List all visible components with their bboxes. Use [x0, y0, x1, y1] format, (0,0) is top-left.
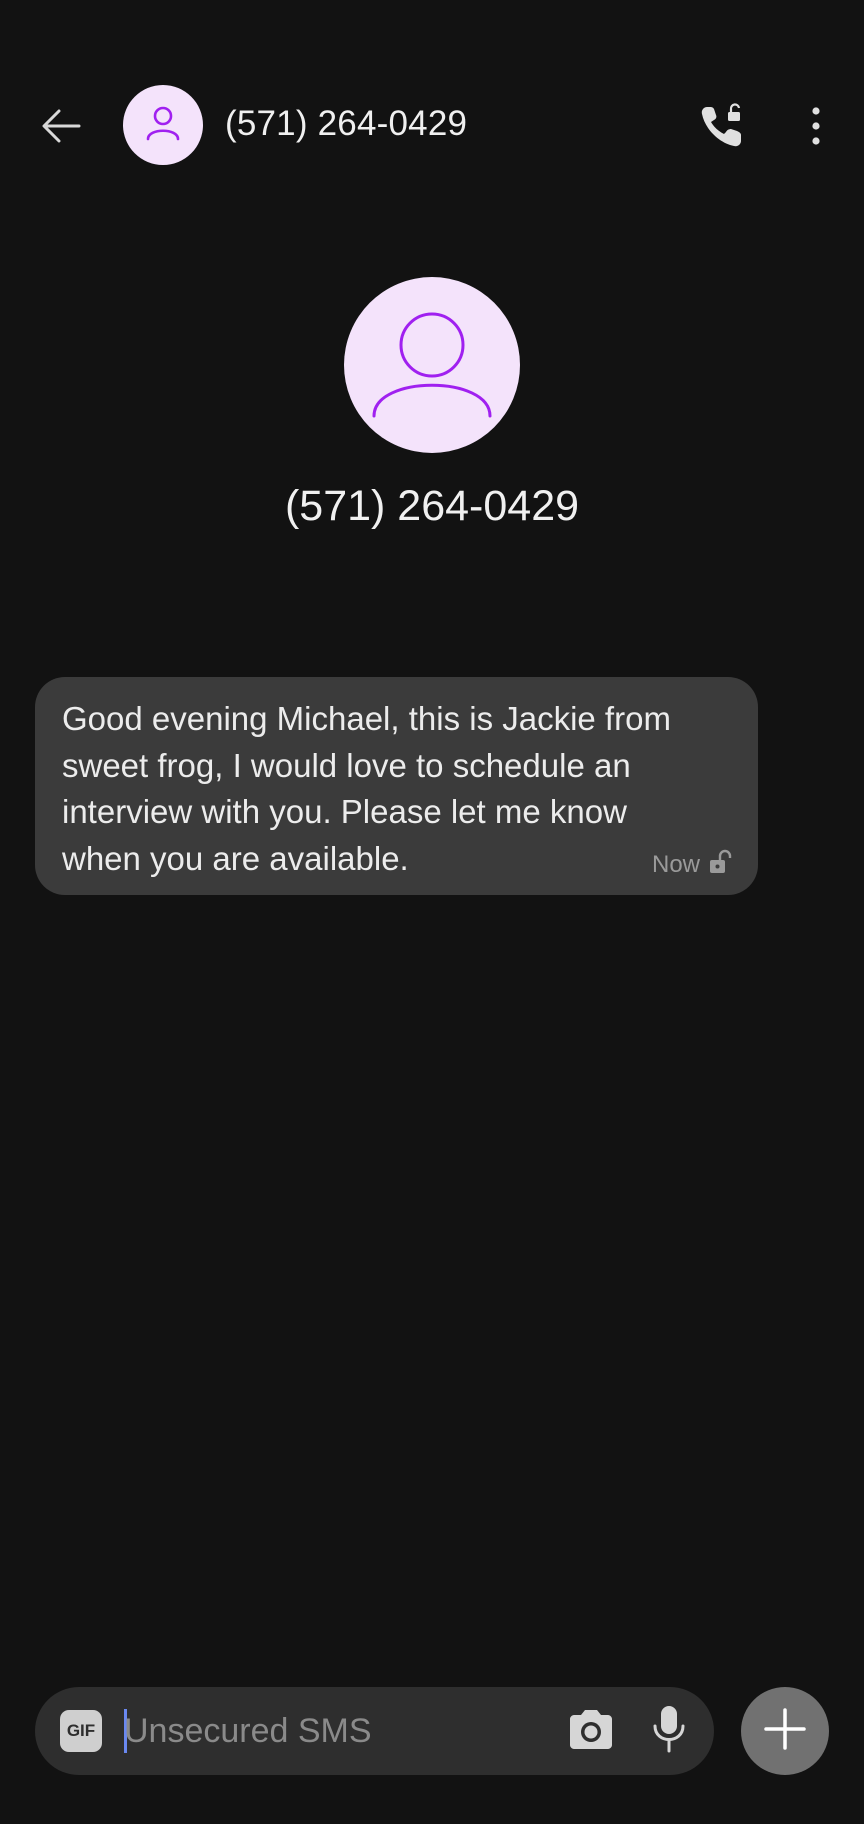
more-options-button[interactable] [788, 98, 844, 158]
add-attachment-button[interactable] [741, 1687, 829, 1775]
person-icon [143, 103, 183, 148]
message-time: Now [651, 850, 700, 878]
plus-icon [763, 1707, 807, 1756]
contact-avatar[interactable] [344, 277, 520, 453]
microphone-icon [651, 1704, 687, 1759]
phone-call-icon [697, 101, 747, 156]
arrow-back-icon [39, 106, 83, 151]
conversation-title[interactable]: (571) 264-0429 [225, 104, 467, 144]
call-button[interactable] [690, 98, 754, 158]
gif-button[interactable]: GIF [60, 1710, 102, 1752]
message-bubble[interactable]: Good evening Michael, this is Jackie fro… [35, 677, 758, 895]
header-avatar[interactable] [123, 85, 203, 165]
back-button[interactable] [26, 98, 96, 158]
contact-name: (571) 264-0429 [284, 482, 580, 530]
camera-button[interactable] [563, 1705, 619, 1757]
top-app-bar: (571) 264-0429 [0, 80, 864, 176]
conversation-screen: (571) 264-0429 (571) 264-0429 Good eveni… [0, 0, 864, 1824]
message-input[interactable] [124, 1706, 564, 1756]
camera-icon [566, 1707, 616, 1756]
message-text: Good evening Michael, this is Jackie fro… [62, 700, 671, 877]
voice-input-button[interactable] [644, 1705, 694, 1757]
person-icon [372, 308, 492, 423]
more-vertical-icon [810, 104, 822, 153]
message-meta: Now [652, 849, 732, 880]
unlocked-icon [708, 849, 732, 880]
message-composer: GIF [35, 1687, 714, 1775]
